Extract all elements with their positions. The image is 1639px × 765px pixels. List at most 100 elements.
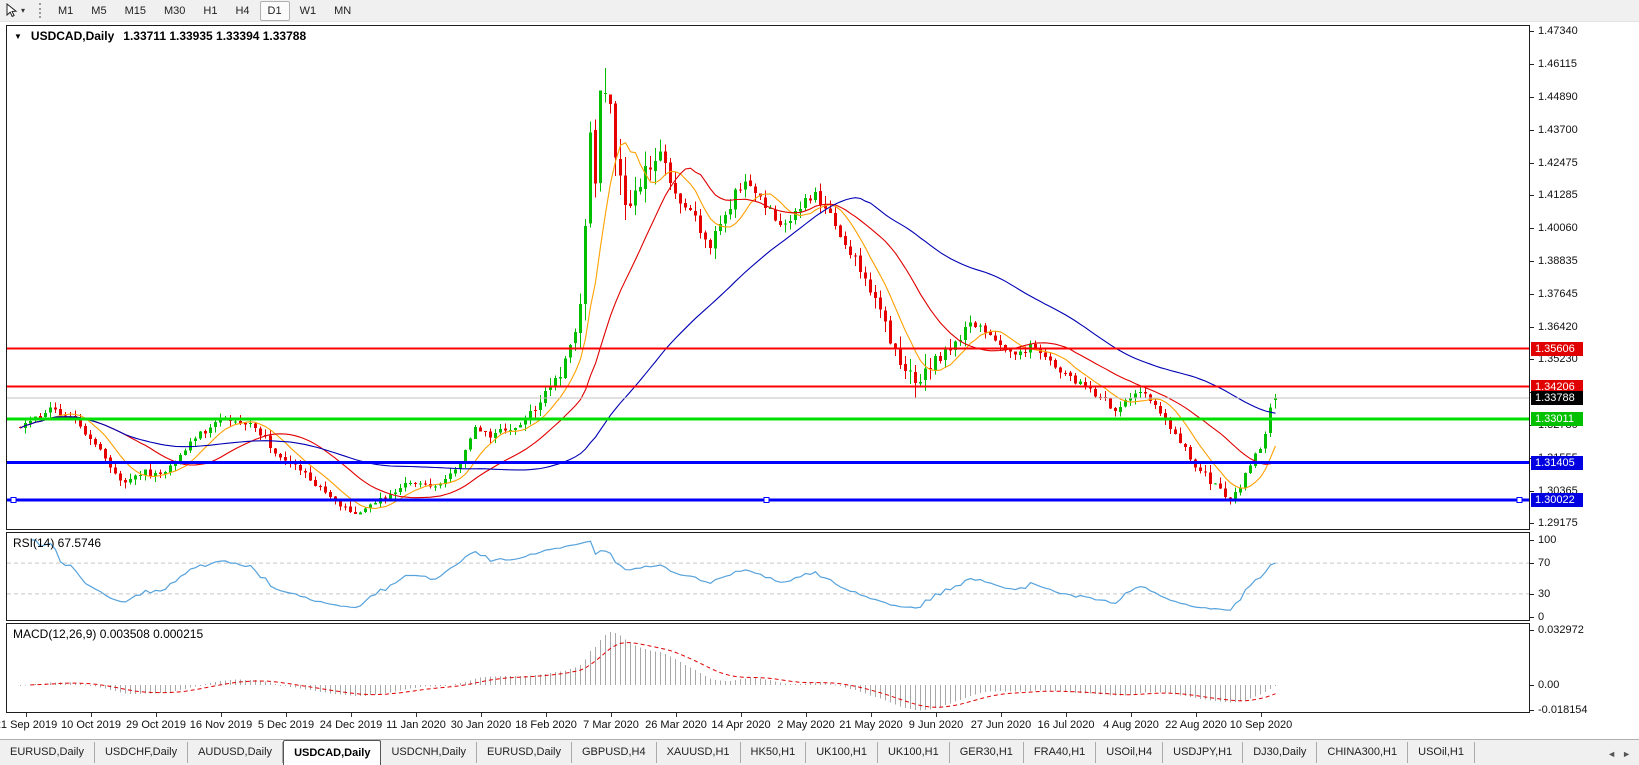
macd-axis-label: 0.00 <box>1538 679 1560 691</box>
chart-symbol-label: USDCAD,Daily <box>30 29 115 43</box>
chart-tab-uk100-h1[interactable]: UK100,H1 <box>806 742 878 763</box>
price-level-badge: 1.31405 <box>1531 456 1583 470</box>
chart-tab-uk100-h1[interactable]: UK100,H1 <box>877 742 950 763</box>
time-axis-tick <box>481 713 482 717</box>
time-axis-tick <box>1131 713 1132 717</box>
price-axis-label: 1.44890 <box>1538 91 1578 103</box>
price-axis-tick <box>1530 228 1534 229</box>
time-axis-label: 22 Aug 2020 <box>1165 719 1227 731</box>
moving-average-medium[interactable] <box>20 167 1276 499</box>
macd-histogram <box>20 632 1276 711</box>
price-chart-canvas[interactable] <box>7 26 1529 529</box>
macd-panel[interactable]: MACD(12,26,9) 0.003508 0.000215 <box>6 623 1530 713</box>
time-axis-tick <box>221 713 222 717</box>
rsi-axis-label: 0 <box>1538 611 1545 623</box>
chart-tab-fra40-h1[interactable]: FRA40,H1 <box>1023 742 1097 763</box>
time-axis-tick <box>871 713 872 717</box>
rsi-chart-canvas[interactable] <box>7 533 1529 620</box>
price-axis-tick <box>1530 64 1534 65</box>
line-drag-handle[interactable] <box>1516 497 1523 503</box>
chart-tab-ger30-h1[interactable]: GER30,H1 <box>949 742 1024 763</box>
time-axis-label: 2 May 2020 <box>777 719 835 731</box>
time-axis-tick <box>1001 713 1002 717</box>
chart-ohlc-values: 1.33711 1.33935 1.33394 1.33788 <box>123 29 307 43</box>
time-axis-label: 27 Jun 2020 <box>970 719 1032 731</box>
chart-tab-hk50-h1[interactable]: HK50,H1 <box>740 742 807 763</box>
timeframe-button-m30[interactable]: M30 <box>156 1 193 21</box>
timeframe-button-w1[interactable]: W1 <box>292 1 325 21</box>
timeframe-button-h1[interactable]: H1 <box>195 1 225 21</box>
time-axis-label: 16 Nov 2019 <box>189 719 253 731</box>
timeframe-button-m15[interactable]: M15 <box>117 1 154 21</box>
time-axis-label: 11 Jan 2020 <box>386 719 446 731</box>
chart-tab-dj30-daily[interactable]: DJ30,Daily <box>1243 742 1318 763</box>
chevron-down-icon: ▾ <box>21 6 26 15</box>
chart-tab-audusd-daily[interactable]: AUDUSD,Daily <box>188 742 284 763</box>
time-axis-label: 21 May 2020 <box>839 719 903 731</box>
chart-title: ▼ USDCAD,Daily 1.33711 1.33935 1.33394 1… <box>14 29 306 43</box>
chart-tab-china300-h1[interactable]: CHINA300,H1 <box>1317 742 1409 763</box>
timeframe-button-mn[interactable]: MN <box>326 1 359 21</box>
mt4-chart-window: ▾ M1 M5 M15 M30 H1 H4 D1 W1 MN ▼ USDCAD,Daily 1.… <box>0 0 1639 765</box>
time-axis-label: 24 Dec 2019 <box>319 719 383 731</box>
time-axis-label: 30 Jan 2020 <box>450 719 512 731</box>
chart-tab-usdjpy-h1[interactable]: USDJPY,H1 <box>1163 742 1244 763</box>
timeframe-button-h4[interactable]: H4 <box>227 1 257 21</box>
chart-toolbar: ▾ M1 M5 M15 M30 H1 H4 D1 W1 MN <box>0 0 1639 22</box>
time-axis-label: 14 Apr 2020 <box>711 719 771 731</box>
rsi-axis-label: 70 <box>1538 557 1551 569</box>
time-axis-tick <box>416 713 417 717</box>
cursor-tool-button[interactable]: ▾ <box>0 2 29 19</box>
cursor-tool-icon <box>6 3 18 18</box>
tab-scroll-right-icon[interactable]: ► <box>1622 749 1631 759</box>
time-axis-tick <box>741 713 742 717</box>
moving-average-fast[interactable] <box>20 141 1277 510</box>
price-axis-label: 1.37645 <box>1538 288 1578 300</box>
line-drag-handle[interactable] <box>763 497 770 503</box>
price-axis-tick <box>1530 327 1534 328</box>
price-axis-tick <box>1530 294 1534 295</box>
macd-signal-line <box>30 642 1276 708</box>
rsi-panel[interactable]: RSI(14) 67.5746 <box>6 532 1530 621</box>
timeframe-button-m1[interactable]: M1 <box>50 1 81 21</box>
chart-tab-usdchf-daily[interactable]: USDCHF,Daily <box>94 742 189 763</box>
chart-tab-usoil-h4[interactable]: USOil,H4 <box>1096 742 1164 763</box>
time-axis-label: 7 Mar 2020 <box>583 719 639 731</box>
timeframe-button-d1[interactable]: D1 <box>259 0 290 21</box>
line-drag-handle[interactable] <box>10 497 17 503</box>
macd-axis-label: 0.032972 <box>1538 624 1584 636</box>
timeframe-button-m5[interactable]: M5 <box>83 1 114 21</box>
chart-tab-eurusd-daily[interactable]: EURUSD,Daily <box>0 742 95 763</box>
moving-average-slow[interactable] <box>20 197 1276 471</box>
chart-tab-gbpusd-h4[interactable]: GBPUSD,H4 <box>572 742 657 763</box>
time-axis-tick <box>546 713 547 717</box>
rsi-axis-label: 100 <box>1538 534 1557 546</box>
main-chart-panel[interactable]: ▼ USDCAD,Daily 1.33711 1.33935 1.33394 1… <box>6 25 1530 530</box>
price-axis-tick <box>1530 130 1534 131</box>
macd-axis-tick <box>1530 710 1534 711</box>
price-axis-label: 1.46115 <box>1538 58 1577 70</box>
chart-tab-usdcnh-daily[interactable]: USDCNH,Daily <box>381 742 478 763</box>
time-axis-tick <box>1261 713 1262 717</box>
candlestick-series <box>19 68 1277 515</box>
chart-tab-usdcad-daily[interactable]: USDCAD,Daily <box>283 740 382 765</box>
time-axis-tick <box>676 713 677 717</box>
tab-scroll-left-icon[interactable]: ◄ <box>1607 749 1616 759</box>
collapse-arrow-icon[interactable]: ▼ <box>14 32 22 41</box>
tab-scroll-arrows: ◄ ► <box>1607 749 1639 765</box>
chart-tab-xauusd-h1[interactable]: XAUUSD,H1 <box>656 742 741 763</box>
time-axis-label: 5 Dec 2019 <box>257 719 315 731</box>
time-axis-tick <box>1066 713 1067 717</box>
price-axis-label: 1.41285 <box>1538 189 1578 201</box>
price-level-badge: 1.33011 <box>1531 412 1583 426</box>
chart-tab-eurusd-daily[interactable]: EURUSD,Daily <box>477 742 572 763</box>
price-axis-tick <box>1530 359 1534 360</box>
price-axis-label: 1.29175 <box>1538 517 1578 529</box>
price-axis-tick <box>1530 31 1534 32</box>
macd-axis-tick <box>1530 630 1534 631</box>
macd-chart-canvas[interactable] <box>7 624 1529 712</box>
chart-tab-usoil-h1[interactable]: USOil,H1 <box>1408 742 1475 763</box>
time-axis-label: 29 Oct 2019 <box>126 719 186 731</box>
rsi-axis-tick <box>1530 563 1534 564</box>
price-axis-label: 1.43700 <box>1538 124 1578 136</box>
